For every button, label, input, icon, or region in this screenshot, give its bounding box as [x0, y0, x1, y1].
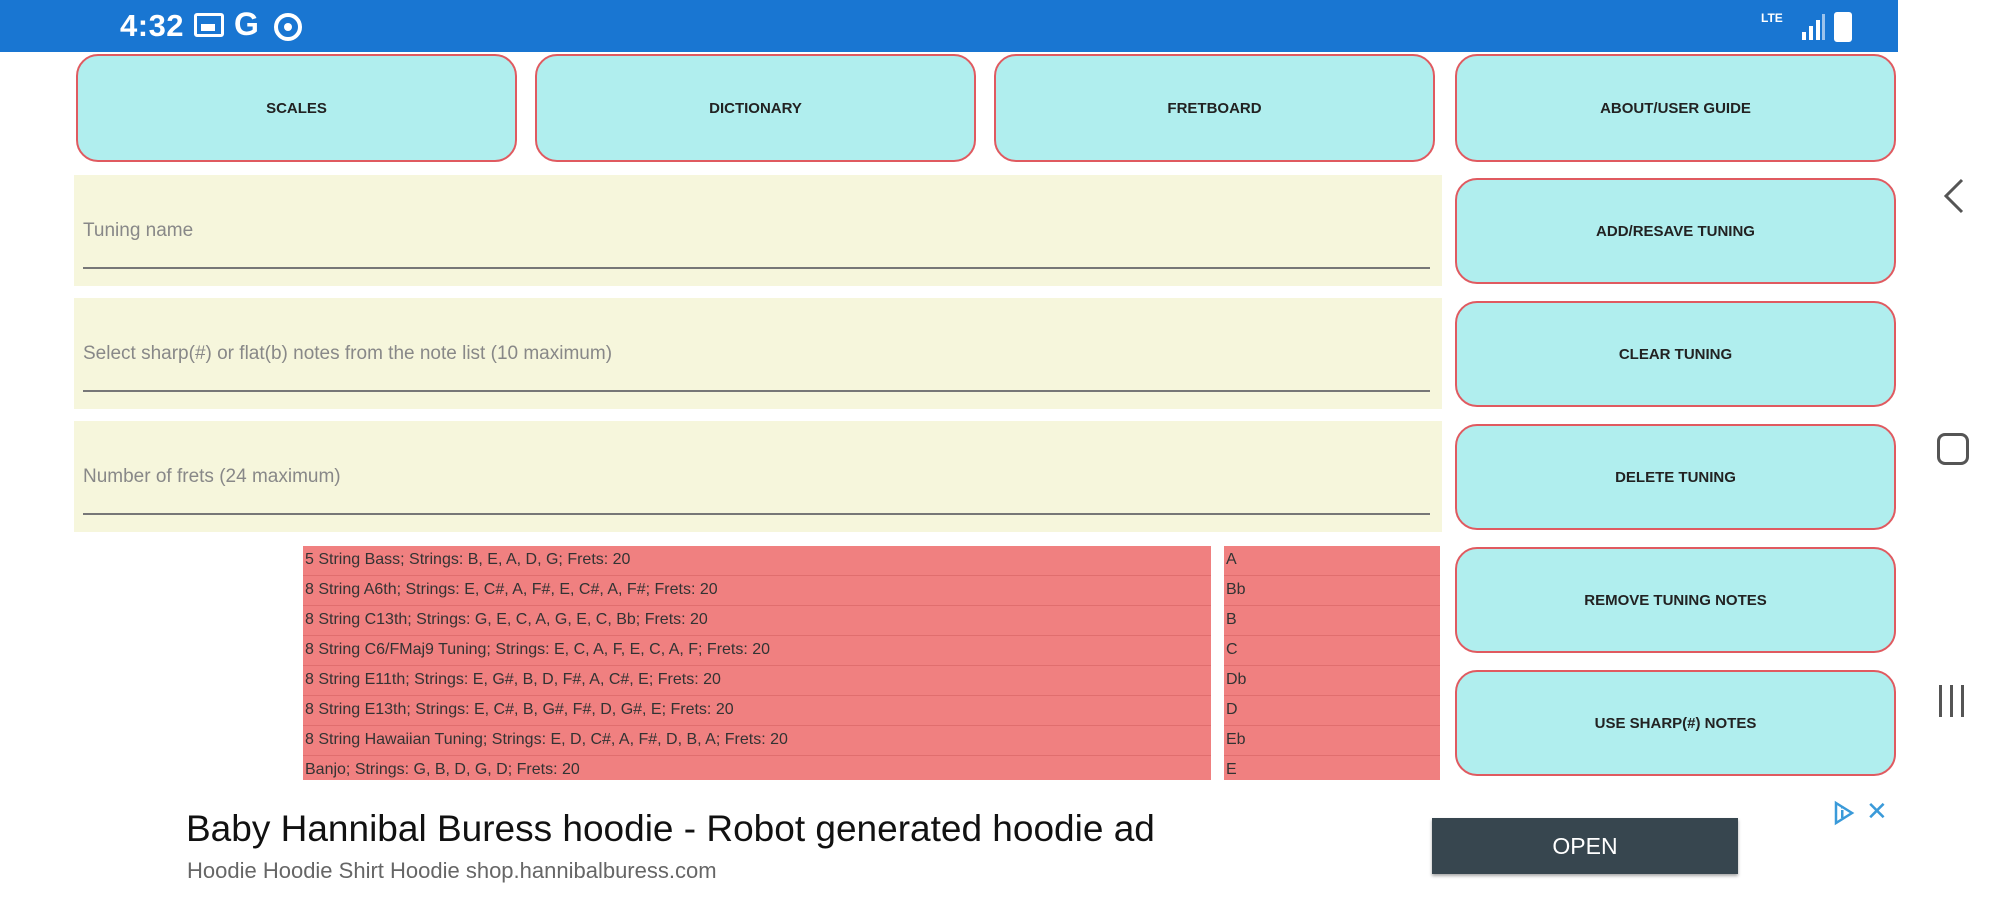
ad-banner[interactable]: Baby Hannibal Buress hoodie - Robot gene… [76, 796, 1898, 900]
note-list-item[interactable]: Db [1224, 666, 1440, 696]
tuning-list-item[interactable]: 8 String E11th; Strings: E, G#, B, D, F#… [303, 666, 1211, 696]
add-resave-tuning-button[interactable]: ADD/RESAVE TUNING [1455, 178, 1896, 284]
google-notification-icon: G [234, 6, 259, 42]
ad-choices-icon[interactable] [1833, 800, 1855, 826]
back-nav-icon[interactable] [1940, 176, 1968, 216]
ad-open-button[interactable]: OPEN [1432, 818, 1738, 874]
note-list[interactable]: A Bb B C Db D Eb E [1224, 546, 1440, 780]
note-list-item[interactable]: C [1224, 636, 1440, 666]
tuning-list-item[interactable]: 8 String C13th; Strings: G, E, C, A, G, … [303, 606, 1211, 636]
tuning-list-item[interactable]: 8 String C6/FMaj9 Tuning; Strings: E, C,… [303, 636, 1211, 666]
tuning-list-item[interactable]: 8 String E13th; Strings: E, C#, B, G#, F… [303, 696, 1211, 726]
tuning-name-field[interactable]: Tuning name [74, 175, 1442, 286]
sync-notification-icon [274, 13, 302, 41]
field-underline [83, 513, 1430, 515]
tab-fretboard[interactable]: FRETBOARD [994, 54, 1435, 162]
note-list-item[interactable]: B [1224, 606, 1440, 636]
tab-scales[interactable]: SCALES [76, 54, 517, 162]
battery-icon [1834, 12, 1852, 42]
tab-about-user-guide[interactable]: ABOUT/USER GUIDE [1455, 54, 1896, 162]
tuning-name-placeholder: Tuning name [83, 220, 194, 241]
clear-tuning-button[interactable]: CLEAR TUNING [1455, 301, 1896, 407]
field-underline [83, 267, 1430, 269]
clock: 4:32 [120, 8, 185, 43]
note-list-item[interactable]: E [1224, 756, 1440, 780]
home-nav-icon[interactable] [1937, 433, 1969, 465]
signal-icon [1802, 14, 1825, 40]
remove-tuning-notes-button[interactable]: REMOVE TUNING NOTES [1455, 547, 1896, 653]
frets-placeholder: Number of frets (24 maximum) [83, 466, 341, 487]
frets-field[interactable]: Number of frets (24 maximum) [74, 421, 1442, 532]
use-sharp-notes-button[interactable]: USE SHARP(#) NOTES [1455, 670, 1896, 776]
tab-dictionary[interactable]: DICTIONARY [535, 54, 976, 162]
network-type-label: LTE [1761, 11, 1783, 25]
delete-tuning-button[interactable]: DELETE TUNING [1455, 424, 1896, 530]
tuning-list-item[interactable]: 8 String A6th; Strings: E, C#, A, F#, E,… [303, 576, 1211, 606]
note-list-item[interactable]: Eb [1224, 726, 1440, 756]
ad-close-icon[interactable]: ✕ [1866, 798, 1888, 824]
status-bar: 4:32 G LTE [0, 0, 1898, 52]
gallery-notification-icon [194, 13, 224, 37]
note-list-item[interactable]: A [1224, 546, 1440, 576]
tuning-notes-placeholder: Select sharp(#) or flat(b) notes from th… [83, 343, 613, 364]
tuning-list[interactable]: 5 String Bass; Strings: B, E, A, D, G; F… [303, 546, 1211, 780]
tuning-list-item[interactable]: 8 String Hawaiian Tuning; Strings: E, D,… [303, 726, 1211, 756]
note-list-item[interactable]: Bb [1224, 576, 1440, 606]
field-underline [83, 390, 1430, 392]
recent-apps-nav-icon[interactable] [1934, 683, 1970, 719]
tuning-list-item[interactable]: 5 String Bass; Strings: B, E, A, D, G; F… [303, 546, 1211, 576]
ad-title[interactable]: Baby Hannibal Buress hoodie - Robot gene… [186, 808, 1155, 850]
tuning-list-item[interactable]: Banjo; Strings: G, B, D, G, D; Frets: 20 [303, 756, 1211, 780]
ad-subtitle: Hoodie Hoodie Shirt Hoodie shop.hannibal… [187, 858, 717, 883]
tuning-notes-field[interactable]: Select sharp(#) or flat(b) notes from th… [74, 298, 1442, 409]
note-list-item[interactable]: D [1224, 696, 1440, 726]
